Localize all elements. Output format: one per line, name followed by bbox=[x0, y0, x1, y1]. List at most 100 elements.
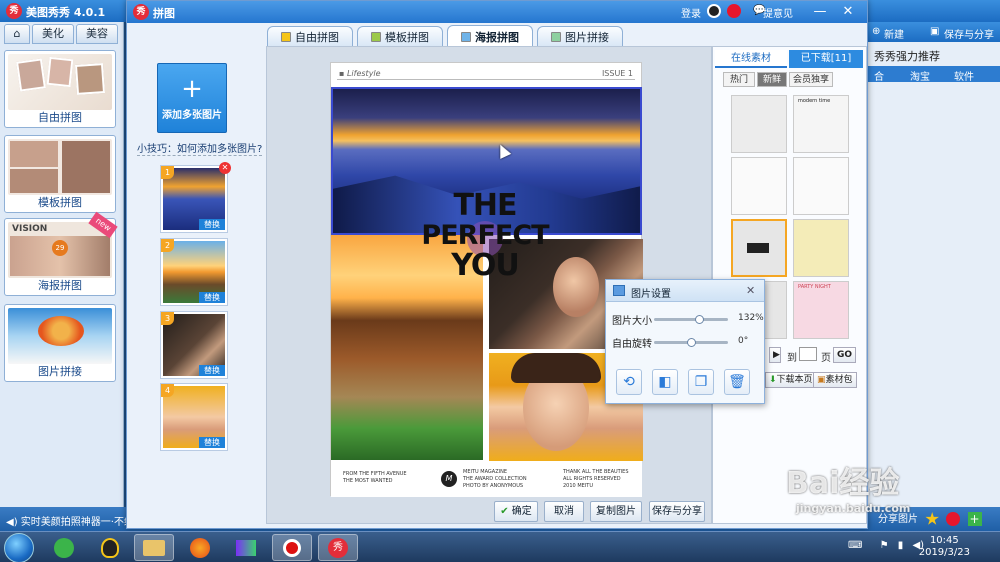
popup-title: 图片设置 bbox=[631, 289, 671, 300]
media-player-icon[interactable] bbox=[226, 534, 266, 561]
template-tile[interactable] bbox=[731, 95, 787, 153]
page-to-label: 到 bbox=[787, 353, 797, 364]
flip-icon[interactable]: ◧ bbox=[652, 369, 678, 395]
tab-free-collage[interactable]: 自由拼图 bbox=[267, 26, 353, 46]
dialog-title: 拼图 bbox=[153, 7, 175, 20]
tab-online-materials[interactable]: 在线素材 bbox=[715, 50, 787, 68]
rotate-value: 0° bbox=[738, 336, 749, 346]
card-image-stitch[interactable]: 图片拼接 bbox=[4, 304, 116, 382]
keyboard-icon[interactable]: ⌨ bbox=[848, 540, 862, 551]
tab-he[interactable]: 合 bbox=[874, 68, 884, 83]
tab-taobao[interactable]: 淘宝 bbox=[910, 68, 930, 83]
home-icon: ⌂ bbox=[13, 27, 21, 40]
replace-button[interactable]: 替换 bbox=[199, 365, 225, 376]
start-button[interactable] bbox=[4, 533, 34, 562]
package-icon: ▣ bbox=[817, 375, 826, 385]
next-page-button[interactable]: ▶ bbox=[769, 347, 781, 363]
filter-hot[interactable]: 热门 bbox=[723, 72, 755, 87]
card-poster-collage[interactable]: VISION 29 new 海报拼图 bbox=[4, 211, 118, 296]
tab-beauty[interactable]: 美容 bbox=[76, 24, 118, 44]
clock-time: 10:45 bbox=[929, 535, 959, 546]
qq-icon[interactable] bbox=[707, 4, 721, 18]
weibo-icon[interactable] bbox=[727, 4, 741, 18]
add-images-button[interactable]: + 添加多张图片 bbox=[157, 63, 227, 133]
minimize-button[interactable]: — bbox=[811, 3, 829, 21]
feedback-link[interactable]: 提意见 bbox=[763, 5, 793, 20]
card-label: 自由拼图 bbox=[38, 111, 82, 124]
card-template-collage[interactable]: 模板拼图 bbox=[4, 135, 116, 213]
poster-header: ▪ Lifestyle bbox=[339, 69, 381, 78]
weibo-icon[interactable] bbox=[946, 512, 961, 526]
tab-poster-collage[interactable]: 海报拼图 bbox=[447, 25, 533, 47]
copy-image-button[interactable]: 复制图片 bbox=[590, 501, 642, 522]
popup-close-icon[interactable]: ✕ bbox=[746, 284, 755, 297]
size-slider-track[interactable] bbox=[654, 318, 728, 321]
plus-icon[interactable]: + bbox=[967, 512, 982, 526]
poster-icon bbox=[461, 31, 471, 42]
replace-button[interactable]: 替换 bbox=[199, 219, 225, 230]
template-tile-selected[interactable] bbox=[731, 219, 787, 277]
download-page-button[interactable]: ⬇下载本页 bbox=[765, 372, 817, 388]
replace-button[interactable]: 替换 bbox=[199, 437, 225, 448]
card-label: 海报拼图 bbox=[38, 279, 82, 292]
rotate-label: 自由旋转 bbox=[612, 339, 652, 350]
folder-icon[interactable] bbox=[134, 534, 174, 561]
page-input[interactable] bbox=[799, 347, 817, 361]
new-button[interactable]: 新建 bbox=[884, 26, 904, 41]
rotate-icon[interactable]: ⟲ bbox=[616, 369, 642, 395]
home-tab[interactable]: ⌂ bbox=[4, 24, 30, 44]
image-slot-1[interactable]: 1 替换 ✕ bbox=[160, 162, 231, 233]
cancel-button[interactable]: 取消 bbox=[544, 501, 584, 522]
record-icon[interactable] bbox=[272, 534, 312, 561]
filter-new[interactable]: 新鲜 bbox=[757, 72, 787, 87]
qq-icon[interactable] bbox=[90, 534, 130, 561]
template-tile[interactable] bbox=[731, 157, 787, 215]
card-free-collage[interactable]: 自由拼图 bbox=[4, 50, 116, 128]
clock[interactable]: 10:45 2019/3/23 bbox=[919, 535, 970, 559]
flag-icon[interactable]: ⚑ bbox=[880, 540, 889, 551]
meitu-logo-icon: 秀 bbox=[133, 4, 149, 20]
poster-footer: FROM THE FIFTH AVENUE THE MOST WANTED M M… bbox=[331, 461, 642, 497]
template-tile[interactable]: PARTY NIGHT bbox=[793, 281, 849, 339]
image-slot-4[interactable]: 4 替换 bbox=[160, 383, 228, 451]
save-share-button[interactable]: 保存与分享 bbox=[944, 26, 994, 41]
meitu-taskbar-icon[interactable]: 秀 bbox=[318, 534, 358, 561]
card-label: 图片拼接 bbox=[38, 365, 82, 378]
close-button[interactable]: ✕ bbox=[839, 3, 857, 21]
rotate-slider-handle[interactable] bbox=[686, 338, 696, 347]
tip-link[interactable]: 小技巧：如何添加多张图片? bbox=[137, 140, 263, 156]
star-icon[interactable] bbox=[925, 512, 939, 525]
status-tip[interactable]: ◀) 实时美颜拍照神器一·不缩图 bbox=[6, 513, 144, 528]
filter-vip[interactable]: 会员独享 bbox=[789, 72, 833, 87]
tab-image-stitch[interactable]: 图片拼接 bbox=[537, 26, 623, 46]
tab-software[interactable]: 软件 bbox=[954, 68, 974, 83]
replace-button[interactable]: 替换 bbox=[199, 292, 225, 303]
delete-icon[interactable]: 🗑 bbox=[724, 369, 750, 395]
material-pack-button[interactable]: ▣素材包 bbox=[813, 372, 857, 388]
image-settings-popup: 图片设置 ✕ 图片大小 132% 自由旋转 0° ⟲ ◧ ❐ 🗑 bbox=[605, 279, 765, 404]
tab-beautify[interactable]: 美化 bbox=[32, 24, 74, 44]
layer-icon[interactable]: ❐ bbox=[688, 369, 714, 395]
template-tile[interactable] bbox=[793, 219, 849, 277]
login-link[interactable]: 登录 bbox=[681, 5, 701, 20]
tab-downloaded[interactable]: 已下载[11] bbox=[789, 50, 863, 68]
go-button[interactable]: GO bbox=[833, 347, 857, 363]
app-green-icon[interactable] bbox=[44, 534, 84, 561]
image-slot-3[interactable]: 3 替换 bbox=[160, 311, 228, 379]
template-icon bbox=[371, 31, 381, 42]
poster-rule bbox=[337, 79, 635, 80]
save-share-button[interactable]: 保存与分享 bbox=[649, 501, 705, 522]
image-slot-2[interactable]: 2 替换 bbox=[160, 238, 228, 306]
size-slider-handle[interactable] bbox=[695, 315, 705, 324]
firefox-icon[interactable] bbox=[180, 534, 220, 561]
template-tile[interactable] bbox=[793, 157, 849, 215]
meitu-logo-icon: 秀 bbox=[6, 3, 22, 19]
tile-caption: modern time bbox=[798, 98, 831, 104]
delete-icon[interactable]: ✕ bbox=[219, 162, 231, 174]
confirm-button[interactable]: ✔ 确定 bbox=[494, 501, 538, 522]
network-icon[interactable]: ▮ bbox=[898, 540, 904, 551]
template-tile[interactable]: modern time bbox=[793, 95, 849, 153]
tab-template-collage[interactable]: 模板拼图 bbox=[357, 26, 443, 46]
footer-text-right: THANK ALL THE BEAUTIES ALL RIGHTS RESERVE… bbox=[563, 469, 629, 489]
share-picture-button[interactable]: 分享图片 bbox=[878, 514, 918, 525]
